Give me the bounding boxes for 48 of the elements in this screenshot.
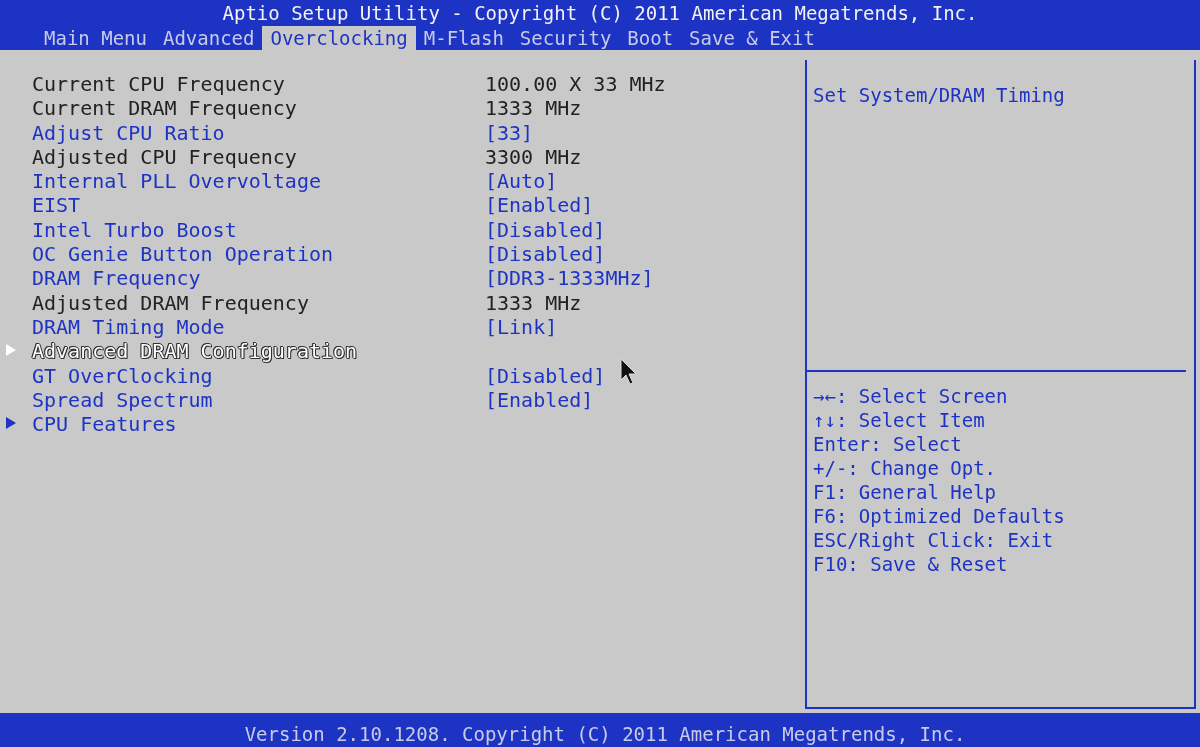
setting-label[interactable]: Adjusted CPU Frequency	[32, 144, 485, 170]
key-hint: ↑↓: Select Item	[813, 408, 986, 432]
setting-label[interactable]: DRAM Timing Mode	[32, 314, 485, 340]
menu-tab[interactable]: Boot	[619, 26, 682, 50]
setting-label[interactable]: Advanced DRAM Configuration	[32, 339, 485, 364]
window-title: Aptio Setup Utility - Copyright (C) 2011 American Megatrends, Inc.	[222, 2, 978, 24]
key-hint: F6: Optimized Defaults	[813, 504, 1066, 528]
setting-value[interactable]: [Disabled]	[485, 363, 606, 388]
setting-value: 3300 MHz	[485, 144, 582, 170]
setting-value[interactable]: [Auto]	[485, 169, 558, 194]
key-hint: Enter: Select	[813, 432, 963, 456]
setting-value[interactable]: [Enabled]	[485, 193, 594, 218]
setting-label[interactable]: Adjusted DRAM Frequency	[32, 290, 485, 315]
version-text: Version 2.10.1208. Copyright (C) 2011 American Megatrends, Inc.	[244, 723, 966, 745]
menu-tab[interactable]: M-Flash	[415, 26, 512, 50]
setting-label[interactable]: Spread Spectrum	[32, 387, 485, 413]
menu-tab[interactable]: Advanced	[154, 26, 263, 50]
key-hint: F10: Save & Reset	[813, 552, 1009, 576]
menu-tab[interactable]: Overclocking	[262, 26, 416, 50]
setting-value[interactable]: [Link]	[485, 314, 558, 340]
setting-value[interactable]: [Disabled]	[485, 242, 606, 267]
setting-value: 1333 MHz	[485, 290, 582, 315]
setting-label[interactable]: CPU Features	[32, 412, 485, 437]
key-hint: +/-: Change Opt.	[813, 456, 998, 480]
setting-label[interactable]: OC Genie Button Operation	[32, 242, 485, 267]
menu-tab[interactable]: Save & Exit	[681, 26, 823, 50]
submenu-arrow-icon	[6, 344, 16, 357]
menu-tab[interactable]: Security	[511, 26, 620, 50]
menu-tab[interactable]: Main Menu	[36, 26, 155, 50]
setting-label[interactable]: GT OverClocking	[32, 363, 485, 388]
setting-label[interactable]: DRAM Frequency	[32, 266, 485, 291]
submenu-arrow-icon	[6, 417, 16, 430]
setting-label[interactable]: Intel Turbo Boost	[32, 217, 485, 243]
help-description: Set System/DRAM Timing	[813, 84, 1065, 106]
setting-label[interactable]: EIST	[32, 193, 485, 218]
setting-label[interactable]: Internal PLL Overvoltage	[32, 169, 485, 194]
setting-value[interactable]: [33]	[485, 120, 534, 145]
setting-label[interactable]: Current DRAM Frequency	[32, 96, 485, 121]
setting-value[interactable]: [Enabled]	[485, 387, 594, 413]
key-hint: →←: Select Screen	[813, 384, 1009, 408]
key-hint: F1: General Help	[813, 480, 998, 504]
setting-value[interactable]: [DDR3-1333MHz]	[485, 266, 654, 291]
setting-value: 100.00 X 33 MHz	[485, 72, 666, 97]
setting-label[interactable]: Current CPU Frequency	[32, 72, 485, 97]
key-hint: ESC/Right Click: Exit	[813, 528, 1055, 552]
setting-label[interactable]: Adjust CPU Ratio	[32, 120, 485, 145]
setting-value[interactable]: [Disabled]	[485, 217, 606, 243]
setting-value: 1333 MHz	[485, 96, 582, 121]
